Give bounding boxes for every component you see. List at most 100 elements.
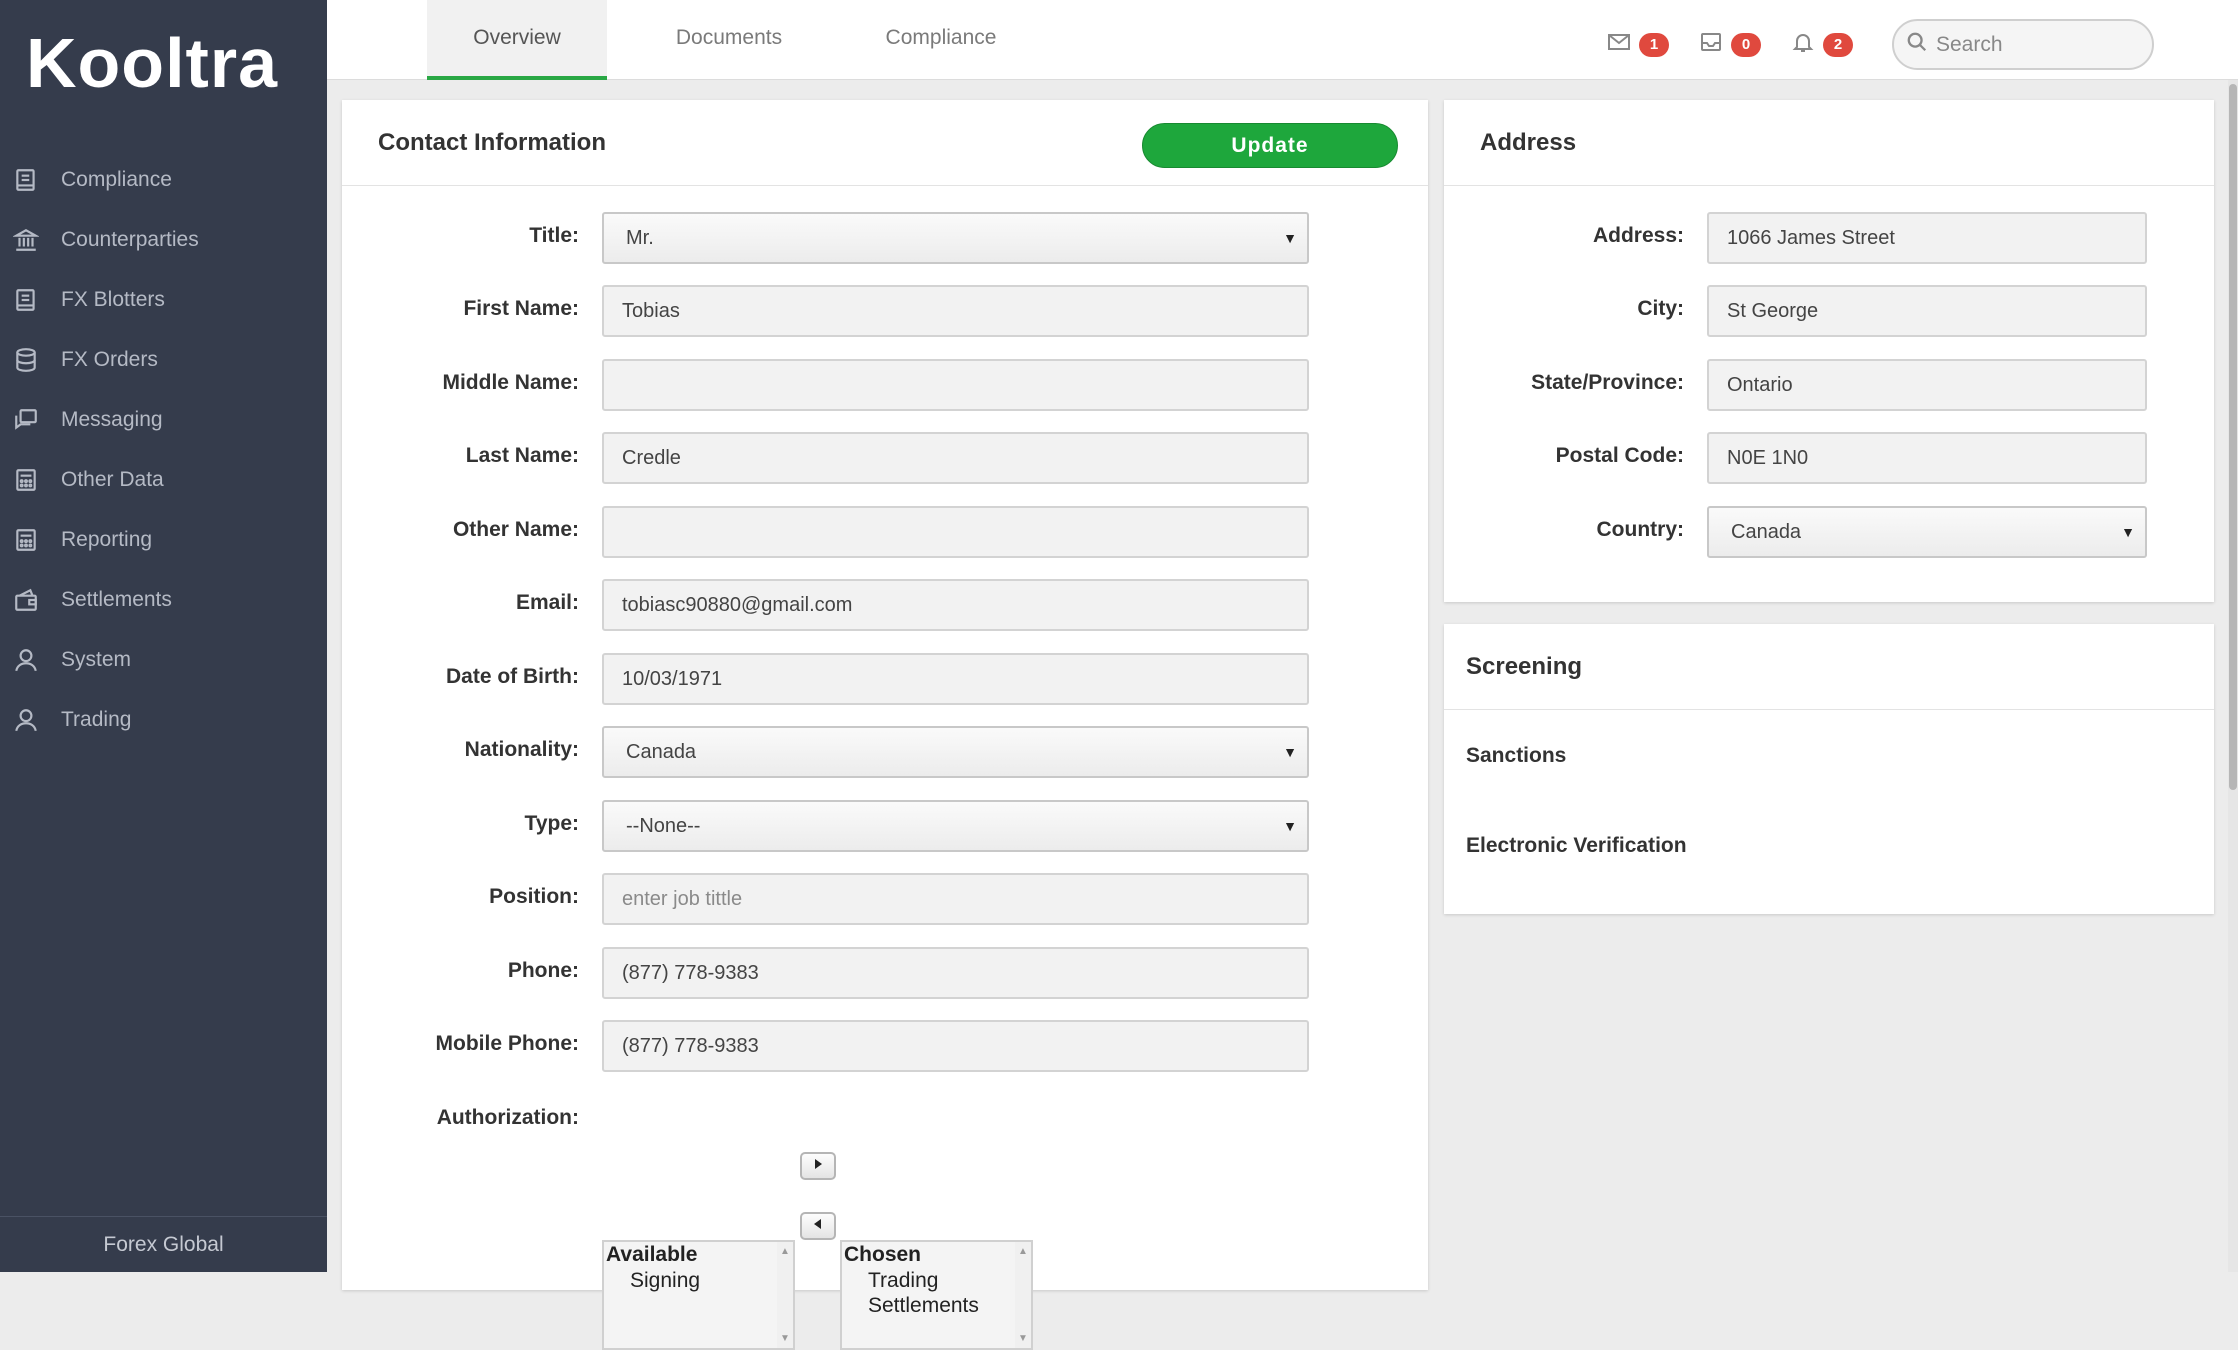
contact-card-header: Contact Information Update	[342, 100, 1428, 186]
listbox-scrollbar[interactable]: ▲ ▼	[777, 1242, 793, 1348]
sidebar-item-label: Trading	[61, 708, 132, 731]
address-input[interactable]	[1707, 212, 2147, 264]
middle-name-row: Middle Name:	[342, 359, 1428, 411]
phone-label: Phone:	[507, 959, 579, 982]
country-select-value: Canada	[1731, 521, 1802, 543]
screening-item-electronic-verification[interactable]: Electronic Verification	[1466, 834, 1687, 858]
page-scrollbar[interactable]	[2228, 80, 2238, 1272]
chosen-listbox[interactable]: Chosen Trading Settlements ▲ ▼	[840, 1240, 1033, 1350]
sidebar-item-label: Compliance	[61, 168, 172, 191]
chosen-header: Chosen	[844, 1243, 922, 1266]
sidebar-item-label: Messaging	[61, 408, 163, 431]
last-name-input[interactable]	[602, 432, 1309, 484]
sidebar-item-counterparties[interactable]: Counterparties	[0, 210, 327, 270]
list-item[interactable]: Settlements	[844, 1293, 1031, 1318]
chat-icon	[12, 406, 40, 434]
database-icon	[12, 346, 40, 374]
tab-overview[interactable]: Overview	[427, 0, 607, 80]
sidebar-item-trading[interactable]: Trading	[0, 690, 327, 750]
sidebar-item-label: FX Orders	[61, 348, 158, 371]
card-title: Contact Information	[378, 128, 606, 156]
org-name: Forex Global	[0, 1216, 327, 1272]
other-name-input[interactable]	[602, 506, 1309, 558]
scrollbar-thumb[interactable]	[2229, 84, 2237, 790]
remove-from-chosen-button[interactable]	[800, 1212, 836, 1240]
sidebar-item-messaging[interactable]: Messaging	[0, 390, 327, 450]
sidebar-item-fx-orders[interactable]: FX Orders	[0, 330, 327, 390]
inbox-button[interactable]: 0	[1699, 30, 1761, 59]
caret-down-icon: ▼	[1283, 818, 1297, 834]
title-select[interactable]: Mr. ▼	[602, 212, 1309, 264]
scroll-down-icon: ▼	[780, 1333, 790, 1344]
address-row: Address:	[1444, 212, 2214, 264]
sidebar-item-label: Reporting	[61, 528, 153, 551]
position-input[interactable]	[602, 873, 1309, 925]
authorization-row: Authorization:	[342, 1094, 1428, 1146]
user-icon	[12, 706, 40, 734]
middle-name-input[interactable]	[602, 359, 1309, 411]
last-name-row: Last Name:	[342, 432, 1428, 484]
nationality-label: Nationality:	[464, 738, 579, 761]
sidebar-item-reporting[interactable]: Reporting	[0, 510, 327, 570]
mobile-phone-row: Mobile Phone:	[342, 1020, 1428, 1072]
screening-card-header: Screening	[1444, 624, 2214, 710]
arrow-left-icon	[813, 1217, 823, 1235]
state-label: State/Province:	[1531, 371, 1684, 394]
postal-code-label: Postal Code:	[1555, 444, 1684, 467]
email-field[interactable]	[602, 579, 1309, 631]
book-icon	[12, 166, 40, 194]
scroll-up-icon: ▲	[780, 1246, 790, 1257]
type-select[interactable]: --None-- ▼	[602, 800, 1309, 852]
first-name-input[interactable]	[602, 285, 1309, 337]
sidebar: Kooltra Compliance Counterparties FX Blo…	[0, 0, 327, 1272]
notifications-button[interactable]: 2	[1791, 30, 1853, 59]
sidebar-item-label: Counterparties	[61, 228, 199, 251]
add-to-chosen-button[interactable]	[800, 1152, 836, 1180]
city-input[interactable]	[1707, 285, 2147, 337]
available-listbox[interactable]: Available Signing ▲ ▼	[602, 1240, 795, 1350]
tab-compliance[interactable]: Compliance	[851, 0, 1031, 80]
sidebar-item-settlements[interactable]: Settlements	[0, 570, 327, 630]
search-input[interactable]	[1934, 31, 2134, 58]
calculator-icon	[12, 526, 40, 554]
sidebar-item-fx-blotters[interactable]: FX Blotters	[0, 270, 327, 330]
state-input[interactable]	[1707, 359, 2147, 411]
mobile-phone-input[interactable]	[602, 1020, 1309, 1072]
title-label: Title:	[529, 224, 579, 247]
dob-label: Date of Birth:	[446, 665, 579, 688]
mail-button[interactable]: 1	[1607, 30, 1669, 59]
city-label: City:	[1637, 297, 1684, 320]
middle-name-label: Middle Name:	[442, 371, 579, 394]
bell-icon	[1791, 30, 1815, 59]
scroll-up-icon: ▲	[1018, 1246, 1028, 1257]
sidebar-item-other-data[interactable]: Other Data	[0, 450, 327, 510]
search-icon	[1906, 31, 1928, 58]
sidebar-item-compliance[interactable]: Compliance	[0, 150, 327, 210]
other-name-row: Other Name:	[342, 506, 1428, 558]
title-row: Title: Mr. ▼	[342, 212, 1428, 264]
postal-code-input[interactable]	[1707, 432, 2147, 484]
type-row: Type: --None-- ▼	[342, 800, 1428, 852]
inbox-count-badge: 0	[1731, 32, 1761, 57]
tab-documents[interactable]: Documents	[639, 0, 819, 80]
dob-input[interactable]	[602, 653, 1309, 705]
update-button[interactable]: Update	[1142, 123, 1398, 168]
nationality-select[interactable]: Canada ▼	[602, 726, 1309, 778]
kooltra-logo[interactable]: Kooltra	[26, 28, 278, 98]
country-row: Country: Canada ▼	[1444, 506, 2214, 558]
country-label: Country:	[1596, 518, 1685, 541]
screening-item-sanctions[interactable]: Sanctions	[1466, 744, 1566, 768]
position-label: Position:	[489, 885, 579, 908]
caret-down-icon: ▼	[2121, 524, 2135, 540]
listbox-scrollbar[interactable]: ▲ ▼	[1015, 1242, 1031, 1348]
arrow-right-icon	[813, 1157, 823, 1175]
phone-input[interactable]	[602, 947, 1309, 999]
address-card: Address Address: City: State/Province: P…	[1444, 100, 2214, 602]
tab-bar: Overview Documents Compliance	[427, 0, 1063, 80]
scroll-down-icon: ▼	[1018, 1333, 1028, 1344]
country-select[interactable]: Canada ▼	[1707, 506, 2147, 558]
search-box[interactable]	[1892, 19, 2154, 70]
mail-count-badge: 1	[1639, 32, 1669, 57]
first-name-label: First Name:	[463, 297, 579, 320]
sidebar-item-system[interactable]: System	[0, 630, 327, 690]
